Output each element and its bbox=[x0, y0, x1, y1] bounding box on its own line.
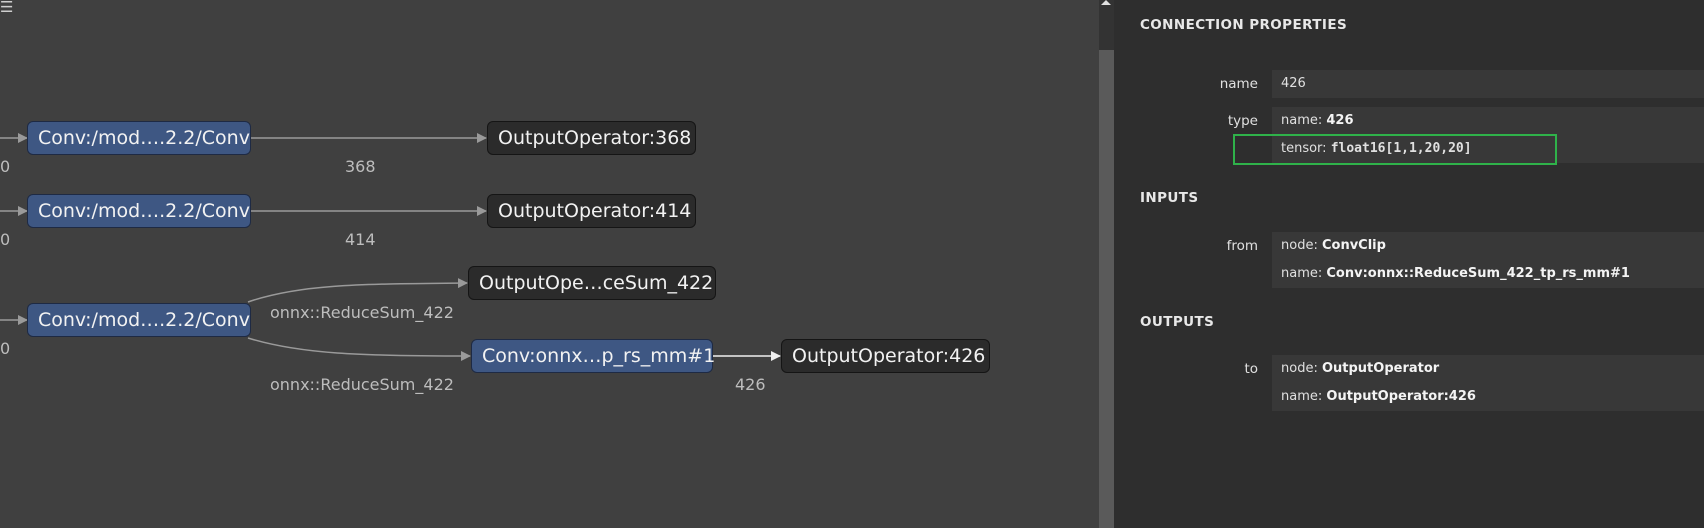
graph-edges bbox=[0, 133, 781, 361]
node-output-reducesum[interactable]: OutputOpe…ceSum_422 bbox=[468, 266, 716, 300]
from-label: from bbox=[1226, 238, 1258, 254]
connection-properties-panel: CONNECTION PROPERTIES name 426 type name… bbox=[1114, 0, 1704, 528]
scroll-up-arrow-icon[interactable] bbox=[1101, 0, 1111, 5]
from-node-key: node: bbox=[1281, 238, 1322, 253]
name-field[interactable]: 426 bbox=[1272, 70, 1704, 98]
tensor-highlight-box bbox=[1233, 134, 1557, 165]
node-output-368[interactable]: OutputOperator:368 bbox=[487, 121, 696, 155]
inputs-section-title: INPUTS bbox=[1140, 190, 1199, 206]
edge-label-368: 368 bbox=[345, 157, 376, 176]
edge-reducesum-bottom bbox=[247, 337, 471, 361]
type-name-value: 426 bbox=[1326, 113, 1354, 128]
node-conv-1[interactable]: Conv:/mod….2.2/Conv bbox=[27, 121, 251, 155]
name-value: 426 bbox=[1281, 76, 1306, 91]
outputs-section-title: OUTPUTS bbox=[1140, 314, 1215, 330]
to-node-key: node: bbox=[1281, 361, 1322, 376]
from-node-value: ConvClip bbox=[1321, 238, 1386, 253]
to-node-field[interactable]: node: OutputOperator bbox=[1272, 355, 1704, 383]
from-name-value: Conv:onnx::ReduceSum_422_tp_rs_mm#1 bbox=[1326, 266, 1630, 281]
type-name-key: name: bbox=[1281, 113, 1327, 128]
edge-label-reducesum-bottom: onnx::ReduceSum_422 bbox=[270, 375, 454, 394]
from-node-field[interactable]: node: ConvClip bbox=[1272, 232, 1704, 260]
name-label: name bbox=[1219, 76, 1258, 92]
from-name-field[interactable]: name: Conv:onnx::ReduceSum_422_tp_rs_mm#… bbox=[1272, 260, 1704, 288]
graph-canvas[interactable]: ☰ Conv:/mod….2.2/Conv Conv:/mod….2.2/Con… bbox=[0, 0, 1099, 528]
edge-label-left-3: 0 bbox=[0, 339, 11, 358]
node-conv-2[interactable]: Conv:/mod….2.2/Conv bbox=[27, 194, 251, 228]
to-name-field[interactable]: name: OutputOperator:426 bbox=[1272, 383, 1704, 411]
edge-label-426: 426 bbox=[735, 375, 766, 394]
type-name-field[interactable]: name: 426 bbox=[1272, 107, 1704, 135]
to-label: to bbox=[1244, 361, 1258, 377]
edge-label-left-2: 0 bbox=[0, 230, 11, 249]
from-name-key: name: bbox=[1281, 266, 1327, 281]
node-conv-onnx[interactable]: Conv:onnx…p_rs_mm#1 bbox=[471, 339, 715, 373]
menu-icon[interactable]: ☰ bbox=[0, 0, 14, 15]
to-name-key: name: bbox=[1281, 389, 1327, 404]
node-conv-3[interactable]: Conv:/mod….2.2/Conv bbox=[27, 303, 251, 337]
to-name-value: OutputOperator:426 bbox=[1326, 389, 1476, 404]
node-output-426[interactable]: OutputOperator:426 bbox=[781, 339, 990, 373]
panel-title: CONNECTION PROPERTIES bbox=[1140, 17, 1348, 33]
node-output-414[interactable]: OutputOperator:414 bbox=[487, 194, 696, 228]
edge-label-left-1: 0 bbox=[0, 157, 11, 176]
scrollbar-thumb[interactable] bbox=[1099, 50, 1114, 528]
edge-label-reducesum-top: onnx::ReduceSum_422 bbox=[270, 303, 454, 322]
type-label: type bbox=[1227, 113, 1258, 129]
edge-label-414: 414 bbox=[345, 230, 376, 249]
edge-reducesum-top bbox=[247, 278, 468, 303]
to-node-value: OutputOperator bbox=[1321, 361, 1440, 376]
